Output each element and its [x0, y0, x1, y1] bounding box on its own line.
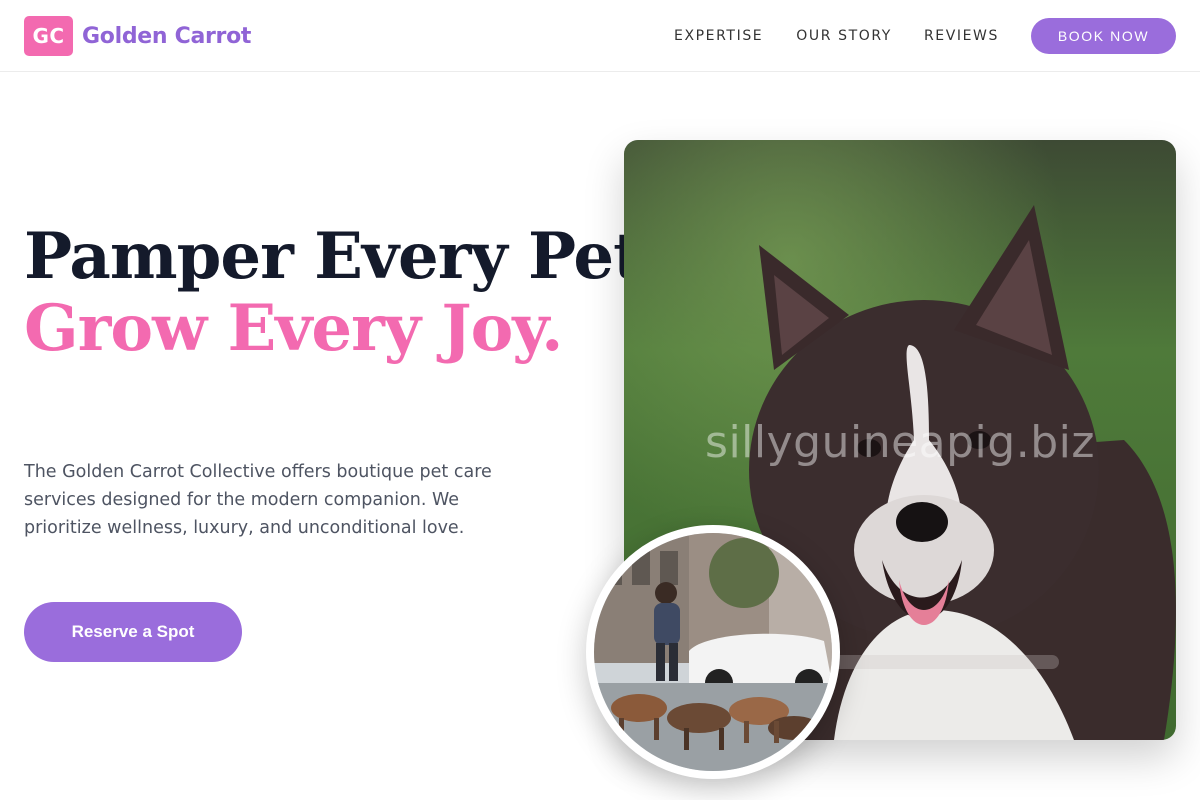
- hero-title-line1: Pamper Every Pet,: [24, 219, 664, 294]
- brand-name: Golden Carrot: [82, 23, 252, 49]
- reserve-spot-button[interactable]: Reserve a Spot: [24, 602, 242, 662]
- hero-title: Pamper Every Pet, Grow Every Joy.: [24, 219, 664, 366]
- main-nav: EXPERTISE OUR STORY REVIEWS BOOK NOW: [674, 18, 1176, 54]
- dog-walker-image: [586, 525, 840, 779]
- logo-mark: GC: [24, 16, 73, 56]
- book-now-button[interactable]: BOOK NOW: [1031, 18, 1176, 54]
- hero-title-line2: Grow Every Joy.: [24, 291, 563, 366]
- nav-link-expertise[interactable]: EXPERTISE: [674, 28, 763, 44]
- dog-walker-illustration: [594, 533, 832, 771]
- hero-description: The Golden Carrot Collective offers bout…: [24, 462, 492, 538]
- nav-link-reviews[interactable]: REVIEWS: [924, 28, 999, 44]
- brand-logo[interactable]: GC Golden Carrot: [24, 16, 251, 56]
- nav-link-our-story[interactable]: OUR STORY: [796, 28, 892, 44]
- site-header: GC Golden Carrot EXPERTISE OUR STORY REV…: [0, 0, 1200, 72]
